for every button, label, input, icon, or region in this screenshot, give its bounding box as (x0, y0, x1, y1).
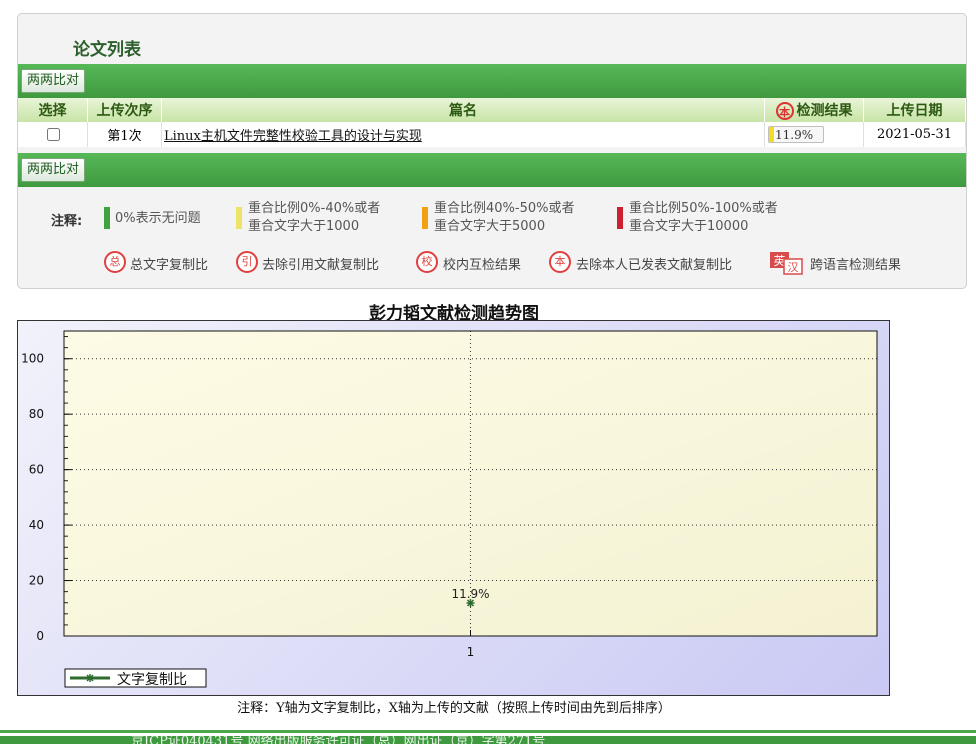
exclude-self-publication-label: 去除本人已发表文献复制比 (576, 258, 733, 273)
legend-swatch-red (617, 207, 623, 229)
footer-divider (0, 730, 976, 733)
table-row: 第1次 Linux主机文件完整性校验工具的设计与实现 11.9% 2021-05… (18, 122, 966, 147)
x-tick-label-0: 1 (467, 645, 475, 659)
panel-title: 论文列表 (73, 40, 141, 60)
y-tick-label-4: 80 (29, 407, 44, 421)
intra-school-check-icon: 校 (416, 251, 438, 273)
row-date: 2021-05-31 (863, 122, 966, 147)
y-tick-label-5: 100 (21, 352, 44, 366)
y-tick-label-0: 0 (36, 629, 44, 643)
legend-series-label-0: 文字复制比 (117, 671, 187, 688)
pairwise-compare-button-bottom[interactable]: 两两比对 (21, 158, 86, 182)
paper-table: 选择 上传次序 篇名 本检测结果 上传日期 第1次 Linux主机文件完整性校验… (18, 98, 966, 147)
color-legend: 注释: 0%表示无问题 重合比例0%-40%或者 重合文字大于1000 重合比例… (18, 196, 966, 236)
exclude-self-publication-icon: 本 (549, 251, 571, 273)
col-result: 本检测结果 (764, 98, 864, 122)
legend-item-3-line2: 重合文字大于10000 (629, 219, 749, 234)
toolbar-bottom: 两两比对 (18, 153, 966, 187)
legend-swatch-green (104, 207, 110, 229)
total-copy-ratio-icon: 总 (104, 251, 126, 273)
legend-item-3-line1: 重合比例50%-100%或者 (629, 201, 778, 216)
trend-chart-svg: 0 20 40 60 80 100 1 11.9% 文字复制比 (21, 330, 878, 688)
cross-language-icon: 英 汉 (770, 252, 803, 275)
exclude-citation-icon: 引 (236, 251, 258, 273)
self-publication-stamp-icon: 本 (775, 102, 794, 120)
col-select: 选择 (18, 98, 88, 122)
exclude-citation-label: 去除引用文献复制比 (262, 258, 380, 273)
paper-title-link[interactable]: Linux主机文件完整性校验工具的设计与实现 (164, 129, 422, 144)
footer: 京ICP证040431号 网络出版服务许可证（总）网出证（京）字第271号 (0, 736, 976, 744)
col-title: 篇名 (161, 98, 765, 122)
toolbar-top: 两两比对 (18, 64, 966, 98)
row-select-checkbox[interactable] (46, 127, 60, 141)
y-tick-label-1: 20 (29, 574, 44, 588)
y-tick-label-2: 40 (29, 518, 44, 532)
cross-language-icon-zh: 汉 (788, 261, 799, 274)
table-header-row: 选择 上传次序 篇名 本检测结果 上传日期 (18, 98, 966, 122)
legend-swatch-orange (422, 207, 428, 229)
col-result-label: 检测结果 (796, 103, 853, 119)
row-order: 第1次 (87, 122, 162, 147)
legend-item-0-line1: 0%表示无问题 (115, 211, 201, 226)
legend-note-label: 注释: (51, 214, 83, 229)
pairwise-compare-button[interactable]: 两两比对 (21, 69, 86, 93)
intra-school-check-label: 校内互检结果 (443, 258, 522, 273)
col-upload-order: 上传次序 (87, 98, 162, 122)
icon-legend: 总 总文字复制比 引 去除引用文献复制比 校 校内互检结果 本 去除本人已发表文… (18, 251, 966, 277)
legend-item-2-line2: 重合文字大于5000 (434, 219, 546, 234)
copy-ratio-badge[interactable]: 11.9% (768, 126, 824, 143)
legend-swatch-yellow (236, 207, 242, 229)
col-upload-date: 上传日期 (863, 98, 966, 122)
row-result-cell: 11.9% (764, 122, 864, 147)
trend-chart: 0 20 40 60 80 100 1 11.9% 文字复制比 (17, 320, 890, 696)
row-select-cell (18, 122, 88, 147)
legend-item-2-line1: 重合比例40%-50%或者 (434, 201, 575, 216)
chart-note: 注释：Y轴为文字复制比，X轴为上传的文献（按照上传时间由先到后排序） (237, 701, 671, 716)
legend-item-1-line2: 重合文字大于1000 (248, 219, 360, 234)
legend-item-1-line1: 重合比例0%-40%或者 (248, 201, 381, 216)
cross-language-label: 跨语言检测结果 (810, 258, 902, 273)
row-title-cell: Linux主机文件完整性校验工具的设计与实现 (161, 122, 765, 147)
total-copy-ratio-label: 总文字复制比 (130, 258, 209, 273)
data-label-0-0: 11.9% (451, 587, 489, 601)
footer-license-text: 京ICP证040431号 网络出版服务许可证（总）网出证（京）字第271号 (131, 736, 546, 744)
y-tick-label-3: 60 (29, 463, 44, 477)
paper-list-panel: 论文列表 两两比对 选择 上传次序 篇名 本检测结果 上传日期 第1次 Linu… (17, 13, 967, 289)
